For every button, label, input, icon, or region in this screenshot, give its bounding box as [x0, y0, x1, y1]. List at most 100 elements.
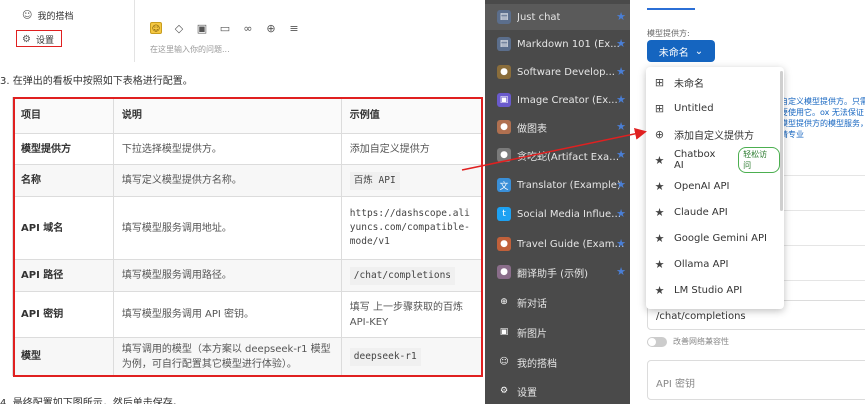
star-icon: ★: [654, 231, 665, 245]
row-desc: 填写模型服务调用地址。: [112, 196, 342, 260]
mini-item-label: 设置: [35, 36, 54, 46]
row-key: API 密钥: [12, 291, 114, 338]
star-icon: ★: [654, 283, 665, 297]
folder-icon: ▭: [219, 21, 231, 35]
dropdown-option[interactable]: ★ LM Studio API: [646, 277, 780, 303]
divider: [780, 245, 865, 246]
sidebar-item[interactable]: ☺ 我的搭档: [485, 349, 630, 375]
twitter-icon: t: [497, 207, 511, 221]
dropdown-option[interactable]: ⊞ Untitled: [646, 95, 780, 121]
dropdown-option[interactable]: ★ Claude API: [646, 199, 780, 225]
gear-icon: ⚙: [22, 34, 31, 45]
star-icon[interactable]: ★: [616, 37, 626, 50]
api-key-input[interactable]: API 密钥: [647, 360, 865, 400]
avatar-icon: ●: [497, 237, 511, 251]
embedded-screenshot: ☺ 我的搭档 ⚙ 设置 ☺ ◇ ▣ ▭ ∞ ⊕ ≡ 在这里输入你的问题...: [0, 0, 475, 62]
sidebar-item-label: Image Creator (Ex...: [517, 94, 618, 106]
star-icon[interactable]: ★: [616, 207, 626, 220]
star-icon: ★: [654, 205, 665, 219]
star-icon[interactable]: ★: [616, 93, 626, 106]
provider-label: 模型提供方:: [647, 29, 690, 38]
star-icon[interactable]: ★: [616, 178, 626, 191]
star-icon[interactable]: ★: [616, 65, 626, 78]
chat-sidebar: ▤ Just chat ★ ▤ Markdown 101 (Ex... ★ ● Softwar…: [485, 0, 630, 404]
sidebar-item-label: 新对话: [517, 298, 547, 310]
sidebar-item[interactable]: 文 Translator (Example) ★: [485, 172, 630, 198]
sidebar-item[interactable]: ▤ Just chat ★: [485, 4, 630, 30]
dropdown-option-label: Chatbox AI: [673, 149, 716, 171]
sidebar-item[interactable]: ▣ Image Creator (Ex... ★: [485, 87, 630, 113]
row-desc: 填写定义模型提供方名称。: [112, 164, 342, 197]
table-row: 模型 填写调用的模型（本方案以 deepseek-r1 模型为例，可自行配置其它…: [12, 337, 483, 376]
chat-icon: ▤: [497, 10, 511, 24]
plus-circle-icon: ⊕: [497, 295, 511, 309]
sidebar-item[interactable]: ● 贪吃蛇(Artifact Example) ★: [485, 142, 630, 168]
sidebar-item[interactable]: ⚙ 设置: [485, 378, 630, 404]
dropdown-option-label: 未命名: [674, 78, 704, 90]
compat-label: 改善网络兼容性: [673, 337, 729, 346]
sidebar-item-label: 贪吃蛇(Artifact Example): [517, 151, 627, 163]
robot-icon: ☺: [497, 355, 511, 369]
star-icon: ★: [654, 257, 665, 271]
sidebar-item[interactable]: ▣ 新图片: [485, 319, 630, 345]
sidebar-item[interactable]: ● 做图表 ★: [485, 114, 630, 140]
header-example: 示例值: [340, 97, 483, 134]
dropdown-option-label: Claude API: [674, 206, 728, 218]
dropdown-option[interactable]: ⊕ 添加自定义提供方: [646, 121, 780, 147]
sidebar-item[interactable]: ● Software Develop... ★: [485, 59, 630, 85]
sidebar-item[interactable]: ▤ Markdown 101 (Ex... ★: [485, 31, 630, 57]
table-row: API 密钥 填写模型服务调用 API 密钥。 填写 上一步骤获取的百炼 API…: [12, 291, 483, 338]
mini-item-settings: ⚙ 设置: [22, 33, 54, 46]
dropdown-option-label: Google Gemini API: [674, 232, 767, 244]
sidebar-item[interactable]: ● Travel Guide (Example) ★: [485, 231, 630, 257]
sidebar-item-label: 翻译助手 (示例): [517, 268, 588, 280]
dropdown-option[interactable]: ★ Google Gemini API: [646, 225, 780, 251]
step-3-text: 3. 在弹出的看板中按照如下表格进行配置。: [0, 76, 193, 87]
doc-pane: ☺ 我的搭档 ⚙ 设置 ☺ ◇ ▣ ▭ ∞ ⊕ ≡ 在这里输入你的问题... 3…: [0, 0, 485, 404]
sidebar-item[interactable]: t Social Media Influencer ...★: [485, 201, 630, 227]
sidebar-item[interactable]: ● 翻译助手 (示例) ★: [485, 259, 630, 285]
star-icon[interactable]: ★: [616, 10, 626, 23]
gear-icon: ⚙: [497, 384, 511, 398]
sidebar-item-label: 我的搭档: [517, 358, 557, 370]
provider-value: 未命名: [658, 47, 689, 59]
sidebar-item-label: 新图片: [517, 328, 547, 340]
star-icon[interactable]: ★: [616, 120, 626, 133]
sliders-icon: ≡: [289, 21, 299, 35]
globe-icon: ⊕: [266, 21, 276, 35]
row-desc: 填写调用的模型（本方案以 deepseek-r1 模型为例，可自行配置其它模型进…: [112, 337, 342, 376]
sidebar-item-label: Travel Guide (Example): [517, 238, 627, 250]
star-icon[interactable]: ★: [616, 148, 626, 161]
row-example: /chat/completions: [349, 266, 456, 285]
star-icon[interactable]: ★: [616, 265, 626, 278]
dropdown-scrollbar[interactable]: [780, 71, 783, 211]
chevron-down-icon: ⌄: [694, 45, 704, 57]
network-compat-toggle[interactable]: 改善网络兼容性: [647, 336, 729, 347]
dropdown-option-label: Untitled: [674, 102, 714, 114]
sidebar-item[interactable]: ⊕ 新对话: [485, 289, 630, 315]
dropdown-option[interactable]: ★ OpenAI API: [646, 173, 780, 199]
grid-plus-icon: ⊞: [654, 101, 665, 115]
dropdown-option[interactable]: ★ Ollama API: [646, 251, 780, 277]
divider: [780, 280, 865, 281]
row-key: 模型提供方: [12, 133, 114, 165]
avatar-icon: ●: [497, 148, 511, 162]
toggle-switch[interactable]: [647, 336, 667, 347]
row-example: deepseek-r1: [349, 347, 421, 366]
image-icon: ▣: [196, 21, 208, 35]
dropdown-option[interactable]: ⊞ 未命名: [646, 69, 780, 95]
mini-sidebar: ☺ 我的搭档 ⚙ 设置: [0, 0, 135, 62]
image-icon: ▣: [497, 93, 511, 107]
row-desc: 填写模型服务调用路径。: [112, 259, 342, 292]
row-example: 添加自定义提供方: [340, 133, 483, 165]
row-example: 填写 上一步骤获取的百炼 API-KEY: [340, 291, 483, 338]
header-item: 项目: [12, 97, 114, 134]
provider-select-button[interactable]: 未命名 ⌄: [647, 40, 715, 62]
star-icon: ★: [654, 153, 665, 167]
dropdown-option[interactable]: ★ Chatbox AI 轻松访问: [646, 147, 780, 173]
sidebar-item-label: Social Media Influencer ...: [517, 208, 627, 220]
row-key: 模型: [12, 337, 114, 376]
star-icon: ★: [654, 179, 665, 193]
star-icon[interactable]: ★: [616, 237, 626, 250]
plus-circle-icon: ⊕: [654, 127, 665, 141]
